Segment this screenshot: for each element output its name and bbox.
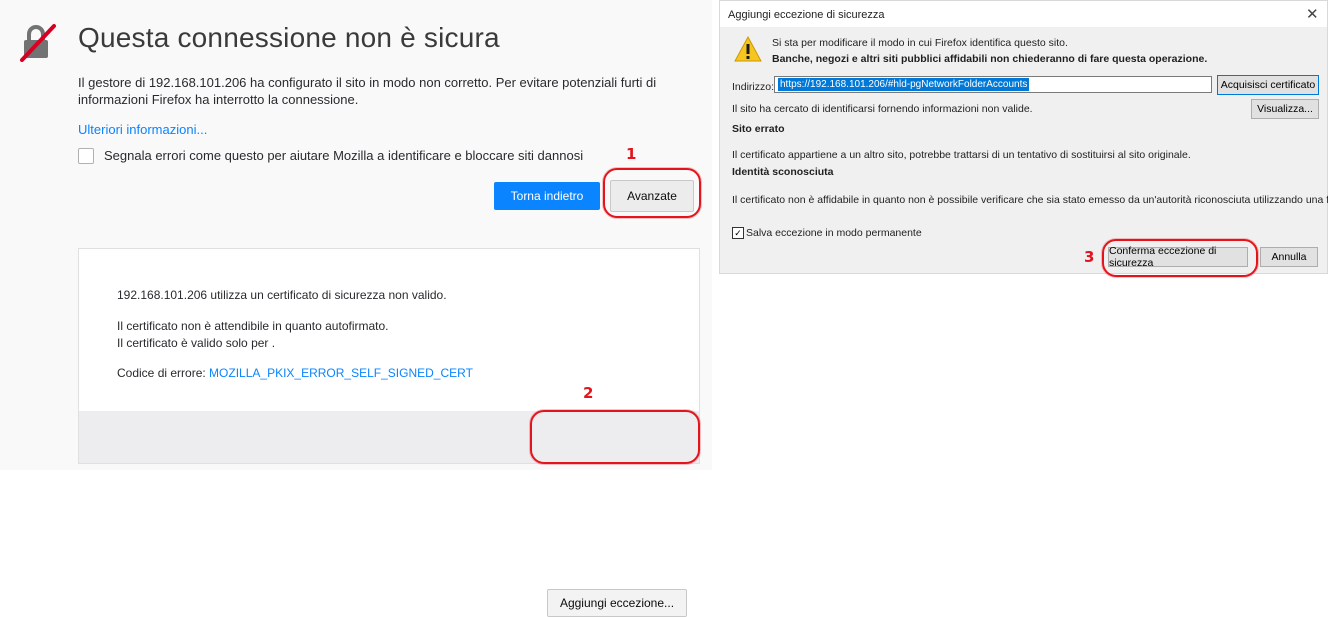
- page-title: Questa connessione non è sicura: [78, 22, 500, 53]
- warning-triangle-icon: [734, 35, 762, 62]
- permanent-exception-checkbox[interactable]: ✓: [732, 227, 744, 239]
- step-3-label: 3: [1084, 248, 1095, 266]
- learn-more-link[interactable]: Ulteriori informazioni...: [78, 122, 207, 137]
- unknown-identity-heading: Identità sconosciuta: [732, 166, 834, 178]
- address-label: Indirizzo:: [732, 81, 775, 93]
- warning-text: Si sta per modificare il modo in cui Fir…: [772, 37, 1068, 49]
- close-icon[interactable]: ✕: [1306, 5, 1319, 23]
- identity-message: Il sito ha cercato di identificarsi forn…: [732, 103, 1033, 115]
- step-2-label: 2: [583, 384, 594, 402]
- report-errors-label: Segnala errori come questo per aiutare M…: [104, 148, 584, 163]
- dialog-titlebar: Aggiungi eccezione di sicurezza ✕: [720, 1, 1327, 27]
- address-value: https://192.168.101.206/#hld-pgNetworkFo…: [778, 78, 1030, 91]
- get-certificate-button[interactable]: Acquisisci certificato: [1217, 75, 1319, 95]
- untrusted-message: Il certificato non è affidabile in quant…: [732, 194, 1328, 206]
- add-exception-dialog: Aggiungi eccezione di sicurezza ✕ Si sta…: [719, 0, 1328, 277]
- step-2-highlight: [530, 410, 700, 464]
- view-certificate-button[interactable]: Visualizza...: [1251, 99, 1319, 119]
- step-1-label: 1: [626, 145, 637, 163]
- go-back-button[interactable]: Torna indietro: [494, 182, 600, 210]
- step-1-highlight: [603, 168, 701, 218]
- report-errors-checkbox[interactable]: [78, 148, 94, 164]
- error-description: Il gestore di 192.168.101.206 ha configu…: [78, 75, 657, 107]
- dialog-title: Aggiungi eccezione di sicurezza: [728, 9, 885, 21]
- permanent-exception-label: Salva eccezione in modo permanente: [746, 227, 922, 239]
- broken-lock-icon: [20, 24, 56, 62]
- error-page: Questa connessione non è sicura Il gesto…: [0, 0, 712, 617]
- self-signed-text: Il certificato non è attendibile in quan…: [117, 319, 389, 333]
- add-exception-button[interactable]: Aggiungi eccezione...: [547, 589, 687, 617]
- wrong-site-heading: Sito errato: [732, 123, 785, 135]
- error-code-link[interactable]: MOZILLA_PKIX_ERROR_SELF_SIGNED_CERT: [209, 366, 473, 380]
- invalid-cert-text: 192.168.101.206 utilizza un certificato …: [117, 288, 447, 302]
- step-3-highlight: [1102, 239, 1258, 277]
- address-input[interactable]: https://192.168.101.206/#hld-pgNetworkFo…: [774, 76, 1212, 93]
- valid-only-for-text: Il certificato è valido solo per .: [117, 336, 276, 350]
- cancel-button[interactable]: Annulla: [1260, 247, 1318, 267]
- warning-bold-text: Banche, negozi e altri siti pubblici aff…: [772, 53, 1208, 65]
- wrong-site-message: Il certificato appartiene a un altro sit…: [732, 149, 1191, 161]
- error-code-label: Codice di errore:: [117, 366, 210, 380]
- error-code-row: Codice di errore: MOZILLA_PKIX_ERROR_SEL…: [117, 366, 473, 380]
